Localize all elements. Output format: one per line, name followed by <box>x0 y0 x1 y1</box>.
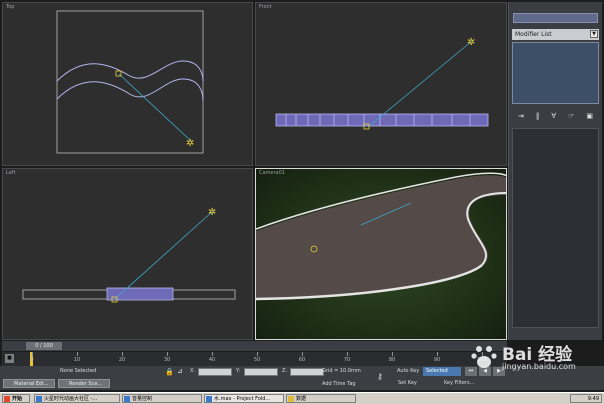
tick-label: 20 <box>118 357 126 363</box>
tick <box>77 352 78 356</box>
tick <box>212 352 213 356</box>
baidu-jingyan-watermark: Bai 经验 jingyan.baidu.com <box>470 340 590 380</box>
left-scene: ✲ <box>22 207 236 303</box>
configure-sets-icon[interactable]: ▣ <box>586 112 593 120</box>
windows-logo-icon <box>4 396 10 402</box>
remove-modifier-icon[interactable]: ☞ <box>568 112 574 120</box>
lock-selection-icon[interactable]: 🔒 <box>165 368 174 376</box>
modifier-stack-view[interactable] <box>512 42 599 104</box>
viewport-left[interactable]: Left ✲ <box>2 168 253 340</box>
viewport-camera[interactable]: Camera01 <box>255 168 507 340</box>
tick-label: 80 <box>388 357 396 363</box>
windows-taskbar: 开始 火星时代动画大社区 -... 音量控制 水.max - Project F… <box>0 392 604 404</box>
camera-line <box>118 73 192 142</box>
tick <box>167 352 168 356</box>
watermark-url: jingyan.baidu.com <box>502 362 576 371</box>
y-coordinate-field[interactable] <box>244 368 278 376</box>
absolute-mode-icon[interactable]: ⊿ <box>177 367 183 375</box>
tick-label: 30 <box>163 357 171 363</box>
key-icon[interactable]: ⚷ <box>377 372 383 381</box>
x-coordinate-field[interactable] <box>198 368 232 376</box>
tick-label: 40 <box>208 357 216 363</box>
make-unique-icon[interactable]: ∀ <box>551 112 556 120</box>
start-label: 开始 <box>12 396 23 402</box>
auto-key-button[interactable]: Auto Key <box>397 368 419 374</box>
viewport-label[interactable]: Camera01 <box>259 170 285 176</box>
tick-label: 60 <box>298 357 306 363</box>
modifier-list-label: Modifier List <box>515 31 552 38</box>
tick <box>302 352 303 356</box>
tick <box>122 352 123 356</box>
taskbar-item-volume[interactable]: 音量控制 <box>122 394 202 403</box>
tick <box>347 352 348 356</box>
camera-icon[interactable]: ✲ <box>186 138 194 149</box>
grid-size: Grid = 10.0mm <box>322 368 361 374</box>
modifier-list-dropdown[interactable]: Modifier List ▼ <box>512 29 599 40</box>
material-editor-button[interactable]: Material Edi... <box>3 379 55 388</box>
command-panel: Modifier List ▼ ⇥ ‖ ∀ ☞ ▣ <box>508 2 602 340</box>
taskbar-item-label: 火星时代动画大社区 -... <box>44 396 98 402</box>
tick <box>437 352 438 356</box>
mini-curve-editor-icon[interactable]: ■ <box>5 354 14 363</box>
taskbar-item-browser[interactable]: 火星时代动画大社区 -... <box>34 394 120 403</box>
taskbar-item-folder[interactable]: 数据 <box>286 394 356 403</box>
x-label: X: <box>190 368 196 374</box>
tick <box>257 352 258 356</box>
tick <box>392 352 393 356</box>
add-time-tag-button[interactable]: Add Time Tag <box>322 381 356 387</box>
road-edge-inner <box>56 78 204 102</box>
set-key-button[interactable]: Set Key <box>398 380 417 386</box>
chevron-down-icon[interactable]: ▼ <box>590 30 598 38</box>
render-scene-button[interactable]: Render Sce... <box>58 379 110 388</box>
baidu-paw-logo <box>471 346 497 368</box>
key-filters-button[interactable]: Key Filters... <box>444 380 474 386</box>
taskbar-item-label: 音量控制 <box>132 396 153 402</box>
y-label: Y: <box>236 368 241 374</box>
tick <box>32 352 33 356</box>
camera-icon[interactable]: ✲ <box>208 207 216 218</box>
tick-label: 0 <box>30 357 34 363</box>
modifier-parameters-panel <box>512 128 599 328</box>
viewport-front[interactable]: Front ✲ <box>255 2 507 166</box>
tick-label: 10 <box>73 357 81 363</box>
3dsmax-icon <box>206 396 212 402</box>
folder-icon <box>288 396 294 402</box>
browser-icon <box>36 396 42 402</box>
front-scene: ✲ <box>275 37 489 130</box>
selection-status: None Selected <box>60 368 97 374</box>
speaker-icon <box>124 396 130 402</box>
modifier-stack-toolbar: ⇥ ‖ ∀ ☞ ▣ <box>512 110 599 122</box>
taskbar-item-label: 水.max - Project Fold... <box>214 396 271 402</box>
camera-icon[interactable]: ✲ <box>467 37 475 48</box>
top-scene: ✲ <box>56 10 204 154</box>
z-coordinate-field[interactable] <box>290 368 324 376</box>
camera-scene <box>256 169 506 339</box>
show-end-result-icon[interactable]: ‖ <box>536 112 540 120</box>
z-label: Z: <box>282 368 288 374</box>
time-slider-handle[interactable]: 0 / 100 <box>26 342 62 350</box>
system-clock: 9:49 <box>570 394 602 403</box>
key-filter-select[interactable]: Selected <box>423 367 461 376</box>
track-bar[interactable]: ■ 0 10 20 30 40 50 60 70 80 90 100 <box>2 352 507 366</box>
tick-label: 50 <box>253 357 261 363</box>
camera-line <box>114 210 214 300</box>
taskbar-item-3dsmax[interactable]: 水.max - Project Fold... <box>204 394 284 403</box>
road-edge-outer <box>56 60 204 82</box>
viewport-top[interactable]: Top ✲ <box>2 2 253 166</box>
time-slider[interactable]: 0 / 100 <box>2 341 507 351</box>
tick-label: 90 <box>433 357 441 363</box>
object-name-field[interactable] <box>513 13 598 23</box>
taskbar-item-label: 数据 <box>296 396 307 402</box>
pin-stack-icon[interactable]: ⇥ <box>518 112 524 120</box>
start-button[interactable]: 开始 <box>2 394 30 403</box>
tick-label: 70 <box>343 357 351 363</box>
